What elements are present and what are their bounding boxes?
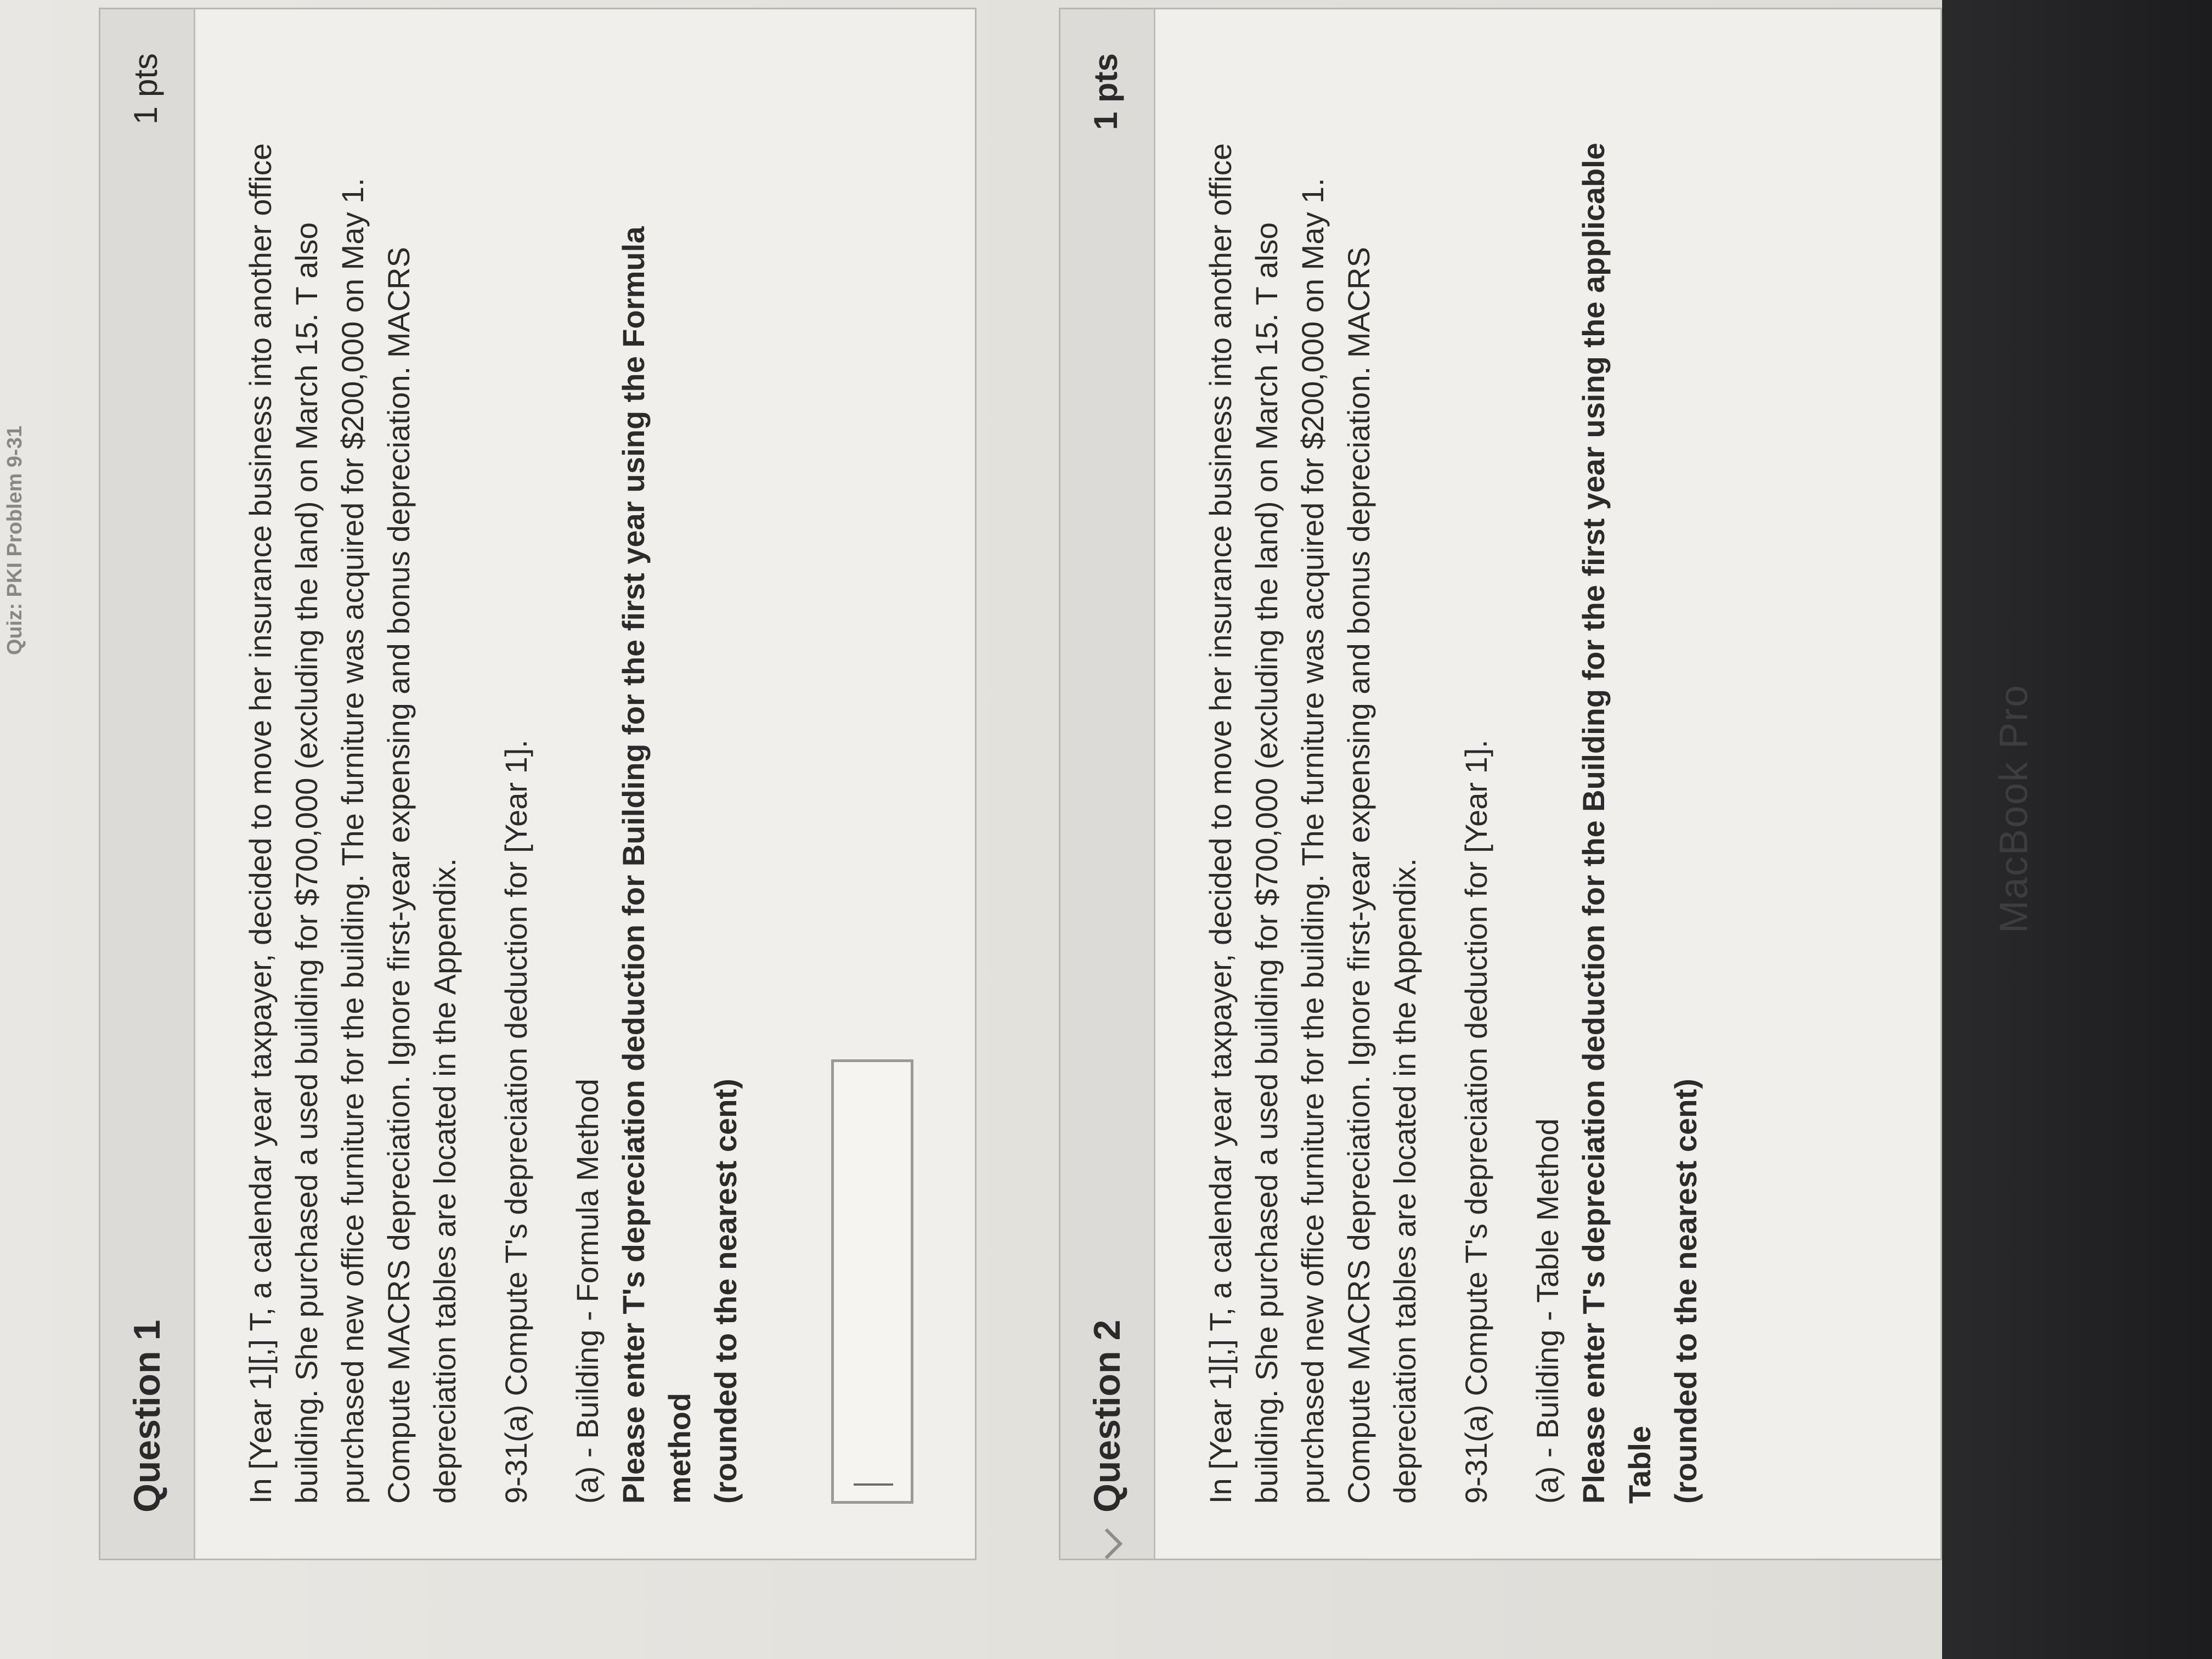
instruction-text: Please enter T's depreciation deduction … (1576, 143, 1657, 1504)
question-title: Question 1 (126, 1319, 168, 1513)
question-prompt: In [Year 1][,] T, a calendar year taxpay… (243, 143, 462, 1504)
part-label: (a) - Building - Table Method (1530, 1118, 1565, 1504)
page-title: Quiz: PKI Problem 9-31 (3, 425, 26, 655)
text-cursor (854, 1483, 893, 1486)
quiz-page: Quiz: PKI Problem 9-31 Question 1 1 pts … (0, 0, 1942, 1659)
device-brand-label: MacBook Pro (1992, 684, 2036, 934)
question-points: 1 pts (1087, 53, 1124, 131)
question-task: 9-31(a) Compute T's depreciation deducti… (1459, 740, 1493, 1504)
laptop-bezel (1942, 0, 2212, 1659)
answer-input[interactable] (831, 1059, 913, 1504)
question-header: Question 2 1 pts (1060, 9, 1155, 1559)
question-1: Question 1 1 pts In [Year 1][,] T, a cal… (99, 8, 977, 1560)
question-body: In [Year 1][,] T, a calendar year taxpay… (1198, 119, 1709, 1504)
laptop-screen: Quiz: PKI Problem 9-31 Question 1 1 pts … (0, 0, 2212, 1659)
question-task: 9-31(a) Compute T's depreciation deducti… (499, 740, 533, 1504)
instruction-text: Please enter T's depreciation deduction … (616, 226, 697, 1504)
question-points: 1 pts (127, 53, 164, 125)
question-prompt: In [Year 1][,] T, a calendar year taxpay… (1203, 143, 1422, 1504)
question-2: Question 2 1 pts In [Year 1][,] T, a cal… (1059, 8, 1942, 1560)
rounding-note: (rounded to the nearest cent) (708, 1079, 743, 1504)
question-header: Question 1 1 pts (100, 9, 195, 1559)
question-title: Question 2 (1086, 1319, 1128, 1513)
part-label: (a) - Building - Formula Method (570, 1079, 605, 1504)
rounding-note: (rounded to the nearest cent) (1668, 1079, 1703, 1504)
question-body: In [Year 1][,] T, a calendar year taxpay… (238, 119, 913, 1504)
